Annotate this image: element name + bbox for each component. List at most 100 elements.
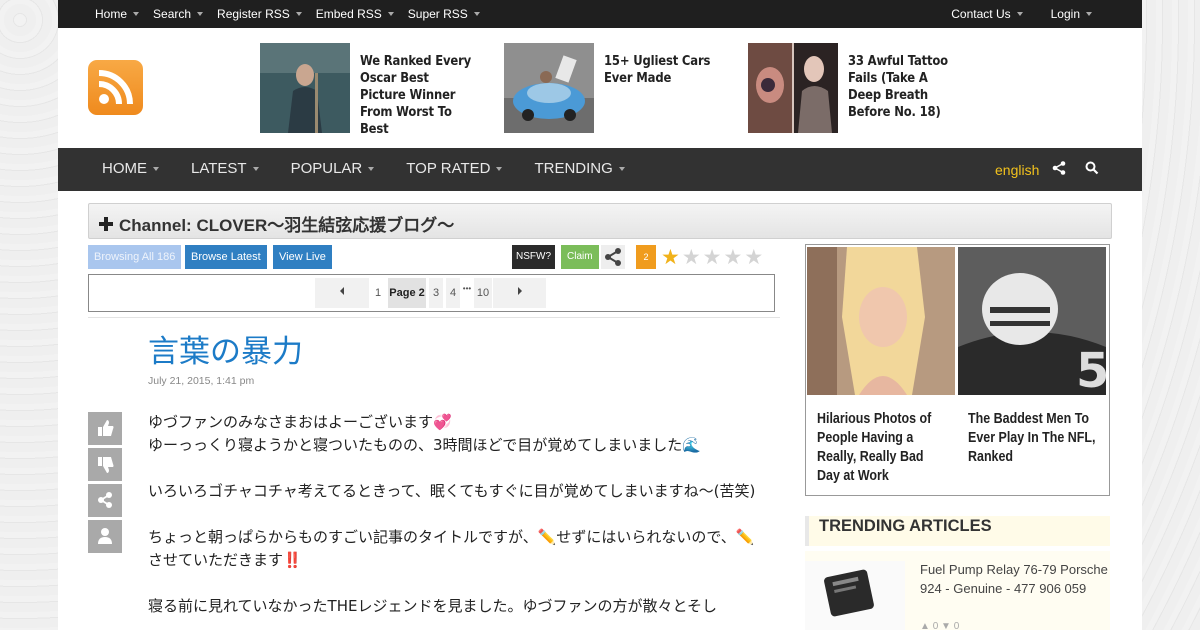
main-nav-home[interactable]: HOME xyxy=(102,160,159,177)
post-title[interactable]: 言葉の暴力 xyxy=(148,326,303,371)
search-icon[interactable] xyxy=(1085,161,1099,175)
caret-down-icon xyxy=(473,12,480,16)
promo-title: 33 Awful Tattoo Fails (Take A Deep Breat… xyxy=(848,53,948,120)
star-icon[interactable]: ★ xyxy=(723,246,742,268)
promo-item[interactable]: 15+ Ugliest Cars Ever Made xyxy=(504,43,734,133)
star-icon[interactable]: ★ xyxy=(703,246,722,268)
browsing-all-button[interactable]: Browsing All 186 xyxy=(88,245,182,269)
like-button[interactable] xyxy=(88,412,122,445)
svg-text:5: 5 xyxy=(1076,343,1106,395)
caret-down-icon xyxy=(387,12,394,16)
star-icon[interactable]: ★ xyxy=(744,246,763,268)
top-nav-super-rss[interactable]: Super RSS xyxy=(408,7,480,21)
sponsored-title: Hilarious Photos of People Having a Real… xyxy=(817,411,932,484)
trending-meta: ▲ 0 ▼ 0 xyxy=(920,621,960,630)
rss-logo[interactable] xyxy=(88,60,143,115)
caret-down-icon xyxy=(1016,12,1023,16)
pager-page[interactable]: 1 xyxy=(371,278,385,308)
channel-header: Channel: CLOVER～羽生結弦応援ブログ～ xyxy=(88,203,1112,239)
thumbs-down-icon xyxy=(98,457,114,473)
promo-image xyxy=(748,43,838,133)
rss-icon xyxy=(98,70,133,105)
trending-image xyxy=(805,561,905,630)
caret-down-icon xyxy=(197,12,204,16)
trending-item[interactable]: Fuel Pump Relay 76-79 Porsche 924 - Genu… xyxy=(805,551,1110,630)
top-nav-register-rss[interactable]: Register RSS xyxy=(217,7,302,21)
pager-next-button[interactable] xyxy=(493,278,546,308)
browse-latest-button[interactable]: Browse Latest xyxy=(185,245,267,269)
sponsored-title: The Baddest Men To Ever Play In The NFL,… xyxy=(968,411,1096,465)
post-paragraph: いろいろゴチャコチャ考えてるときって、眠くてもすぐに目が覚めてしまいますね～(苦… xyxy=(148,482,756,500)
caret-down-icon xyxy=(295,12,302,16)
top-nav-contact-us[interactable]: Contact Us xyxy=(951,7,1023,21)
language-selector[interactable]: english xyxy=(995,162,1039,178)
share-icon xyxy=(605,248,621,266)
pager-page[interactable]: 3 xyxy=(429,278,443,308)
main-nav-top-rated[interactable]: TOP RATED xyxy=(406,160,503,177)
caret-down-icon xyxy=(368,166,375,171)
site-header: We Ranked Every Oscar Best Picture Winne… xyxy=(58,28,1142,148)
top-nav-search[interactable]: Search xyxy=(153,7,204,21)
divider xyxy=(88,317,780,318)
author-button[interactable] xyxy=(88,520,122,553)
main-nav-links: HOME LATEST POPULAR TOP RATED TRENDING xyxy=(102,160,657,177)
nsfw-button[interactable]: NSFW? xyxy=(512,245,555,269)
top-nav-left: Home Search Register RSS Embed RSS Super… xyxy=(95,7,494,21)
share-button[interactable] xyxy=(601,245,625,269)
caret-down-icon xyxy=(618,166,625,171)
star-icon[interactable]: ★ xyxy=(682,246,701,268)
share-icon[interactable] xyxy=(1052,161,1066,175)
main-nav-popular[interactable]: POPULAR xyxy=(291,160,375,177)
post-paragraph: ちょっと朝っぱらからものすごい記事のタイトルですが、✏️せずにはいられないので、… xyxy=(148,528,755,569)
top-bar: Home Search Register RSS Embed RSS Super… xyxy=(58,0,1142,28)
top-nav-embed-rss[interactable]: Embed RSS xyxy=(316,7,394,21)
view-live-button[interactable]: View Live xyxy=(273,245,332,269)
sponsored-item[interactable]: 5 The Baddest Men To Ever Play In The NF… xyxy=(958,247,1109,467)
thumbs-up-icon xyxy=(98,420,114,436)
page-content: Channel: CLOVER～羽生結弦応援ブログ～ Browsing All … xyxy=(58,191,1142,630)
caret-down-icon xyxy=(153,166,159,171)
main-nav: HOME LATEST POPULAR TOP RATED TRENDING e… xyxy=(58,148,1142,191)
share-icon xyxy=(98,492,112,508)
sponsored-box: Hilarious Photos of People Having a Real… xyxy=(805,244,1110,496)
promo-image xyxy=(260,43,350,133)
rating-count-badge: 2 xyxy=(636,245,656,269)
pager-page[interactable]: 10 xyxy=(474,278,492,308)
main-nav-trending[interactable]: TRENDING xyxy=(534,160,625,177)
promo-item[interactable]: We Ranked Every Oscar Best Picture Winne… xyxy=(260,43,490,138)
channel-title: Channel: CLOVER～羽生結弦応援ブログ～ xyxy=(119,216,455,235)
trending-heading: TRENDING ARTICLES xyxy=(805,516,1110,546)
promo-image xyxy=(504,43,594,133)
caret-down-icon xyxy=(252,166,259,171)
pager-current-page: Page 2 xyxy=(388,278,426,308)
pagination: 1 Page 2 3 4 ••• 10 xyxy=(88,274,775,312)
chevron-left-icon xyxy=(340,287,344,295)
pager-ellipsis: ••• xyxy=(461,278,473,308)
top-nav-login[interactable]: Login xyxy=(1051,7,1092,21)
share-post-button[interactable] xyxy=(88,484,122,517)
thumbs-up-icon: ▲ xyxy=(920,621,930,630)
post-date: July 21, 2015, 1:41 pm xyxy=(148,375,255,387)
chevron-right-icon xyxy=(517,287,522,295)
caret-down-icon xyxy=(133,12,140,16)
top-nav-home[interactable]: Home xyxy=(95,7,140,21)
plus-icon[interactable] xyxy=(99,217,113,231)
caret-down-icon xyxy=(1086,12,1092,16)
promo-item[interactable]: 33 Awful Tattoo Fails (Take A Deep Breat… xyxy=(748,43,978,133)
sponsored-image xyxy=(807,247,955,395)
main-nav-latest[interactable]: LATEST xyxy=(191,160,259,177)
user-icon xyxy=(98,528,112,544)
sponsored-image: 5 xyxy=(958,247,1109,399)
star-icon[interactable]: ★ xyxy=(661,246,680,268)
claim-button[interactable]: Claim xyxy=(561,245,599,269)
promo-title: We Ranked Every Oscar Best Picture Winne… xyxy=(360,53,472,137)
star-rating[interactable]: ★ ★ ★ ★ ★ xyxy=(661,246,765,268)
pager-prev-button[interactable] xyxy=(315,278,369,308)
dislike-button[interactable] xyxy=(88,448,122,481)
caret-down-icon xyxy=(496,166,503,171)
post-paragraph: ゆづファンのみなさまおはよーございます💞 ゆーっっくり寝ようかと寝ついたものの、… xyxy=(148,413,701,454)
trending-title: Fuel Pump Relay 76-79 Porsche 924 - Genu… xyxy=(920,562,1108,596)
sponsored-item[interactable]: Hilarious Photos of People Having a Real… xyxy=(807,247,955,486)
post-paragraph: 寝る前に見れていなかったTHEレジェンドを見ました。ゆづファンの方が散々とそし xyxy=(148,597,718,615)
pager-page[interactable]: 4 xyxy=(446,278,460,308)
